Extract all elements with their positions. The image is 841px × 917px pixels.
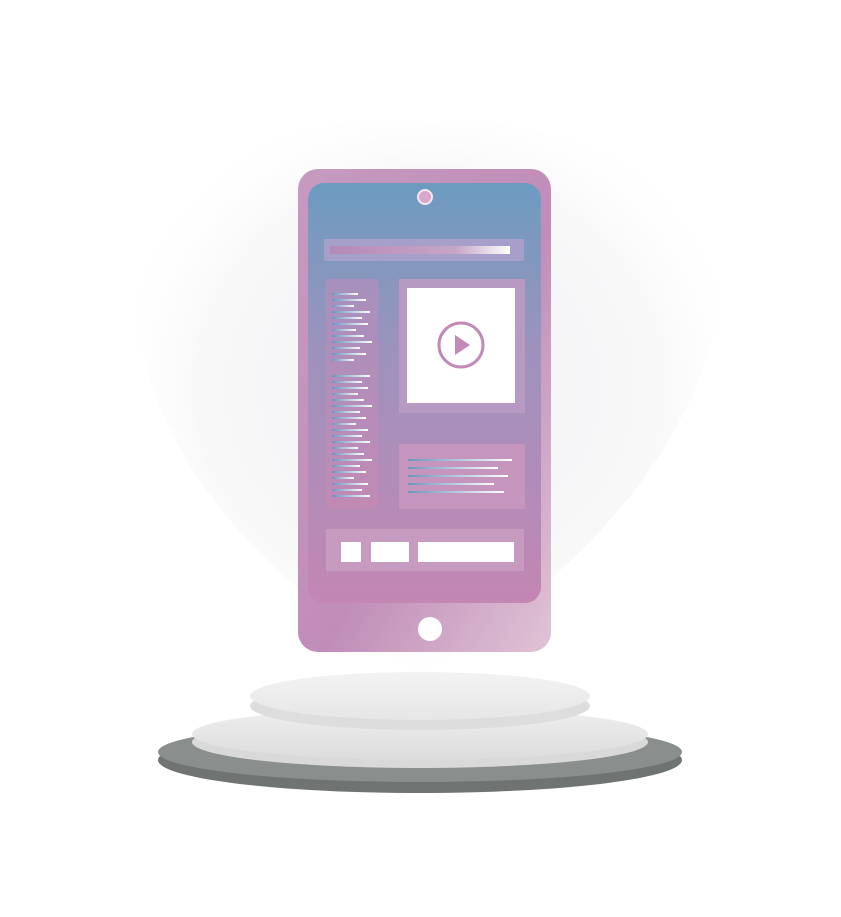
podium-top bbox=[250, 672, 590, 720]
sidebar-text-line bbox=[332, 471, 366, 473]
caption-text-line bbox=[408, 483, 494, 485]
sidebar-text-line bbox=[332, 323, 368, 325]
caption-text-line bbox=[408, 491, 504, 493]
sidebar-text-line bbox=[332, 489, 362, 491]
sidebar-text-line bbox=[332, 347, 360, 349]
sidebar-text-line bbox=[332, 459, 372, 461]
sidebar-text-line bbox=[332, 381, 362, 383]
sidebar-text-line bbox=[332, 311, 370, 313]
sidebar-text-line bbox=[332, 335, 364, 337]
sidebar-text-line bbox=[332, 441, 370, 443]
home-button-icon bbox=[418, 617, 442, 641]
smartphone bbox=[298, 169, 551, 652]
sidebar-text-line bbox=[332, 359, 354, 361]
sidebar-text-line bbox=[332, 435, 362, 437]
sidebar-text-line bbox=[332, 387, 368, 389]
podium bbox=[158, 672, 682, 793]
sidebar-text-line bbox=[332, 411, 360, 413]
header-bar-inner bbox=[330, 246, 510, 254]
sidebar-text-line bbox=[332, 429, 368, 431]
illustration-stage bbox=[0, 0, 841, 917]
wide-button bbox=[418, 542, 514, 562]
sidebar-text-line bbox=[332, 483, 368, 485]
medium-button bbox=[371, 542, 409, 562]
camera-dot-icon bbox=[417, 189, 433, 205]
sidebar-text-line bbox=[332, 417, 366, 419]
sidebar-text-line bbox=[332, 399, 364, 401]
caption-text-line bbox=[408, 475, 508, 477]
sidebar-text-line bbox=[332, 477, 354, 479]
sidebar-text-line bbox=[332, 317, 362, 319]
sidebar-text-line bbox=[332, 353, 366, 355]
small-square-button bbox=[341, 542, 361, 562]
sidebar-text-line bbox=[332, 299, 366, 301]
sidebar-text-line bbox=[332, 293, 358, 295]
sidebar-text-line bbox=[332, 465, 360, 467]
caption-text-line bbox=[408, 459, 512, 461]
sidebar-text-line bbox=[332, 495, 370, 497]
sidebar-text-line bbox=[332, 341, 372, 343]
sidebar-text-line bbox=[332, 453, 364, 455]
sidebar-text-line bbox=[332, 405, 372, 407]
sidebar-text-line bbox=[332, 447, 358, 449]
sidebar-text-line bbox=[332, 305, 354, 307]
caption-text-line bbox=[408, 467, 498, 469]
sidebar-text-line bbox=[332, 329, 356, 331]
sidebar-text-line bbox=[332, 393, 358, 395]
sidebar-text-line bbox=[332, 423, 356, 425]
sidebar-text-line bbox=[332, 375, 370, 377]
